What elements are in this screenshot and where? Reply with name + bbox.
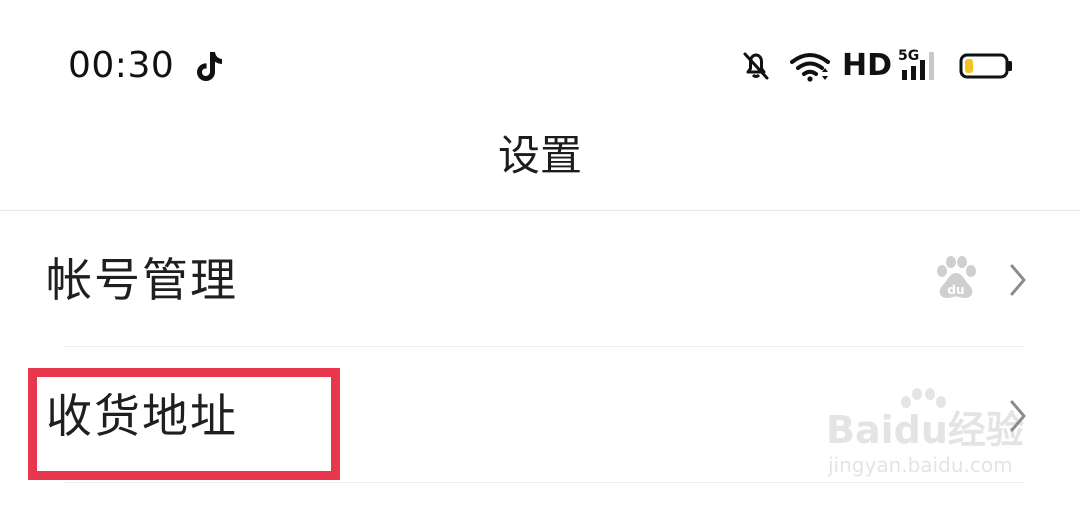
signal-icon: 5G [898, 48, 934, 80]
settings-item-account-management[interactable]: 帐号管理 du [0, 212, 1080, 346]
network-type-label: 5G [898, 48, 919, 64]
chevron-right-icon [1010, 264, 1026, 296]
row-divider [64, 346, 1024, 347]
baidu-paw-icon: du [937, 256, 976, 298]
header-divider [0, 210, 1080, 211]
chevron-right-icon [1010, 400, 1026, 432]
page-title: 设置 [497, 131, 582, 180]
settings-item-shipping-address[interactable]: 收货地址 [0, 348, 1080, 482]
hd-indicator: HD [842, 48, 893, 83]
svg-text:du: du [947, 283, 964, 297]
tiktok-icon [197, 52, 222, 81]
battery-icon [959, 53, 1012, 79]
settings-item-label: 收货地址 [46, 389, 238, 443]
mute-bell-icon [743, 52, 769, 80]
status-time: 00:30 [68, 45, 175, 86]
wifi-icon [790, 53, 830, 82]
status-bar: 00:30 HD 5G [0, 0, 1080, 120]
settings-item-label: 帐号管理 [46, 253, 238, 307]
row-divider [64, 482, 1024, 483]
